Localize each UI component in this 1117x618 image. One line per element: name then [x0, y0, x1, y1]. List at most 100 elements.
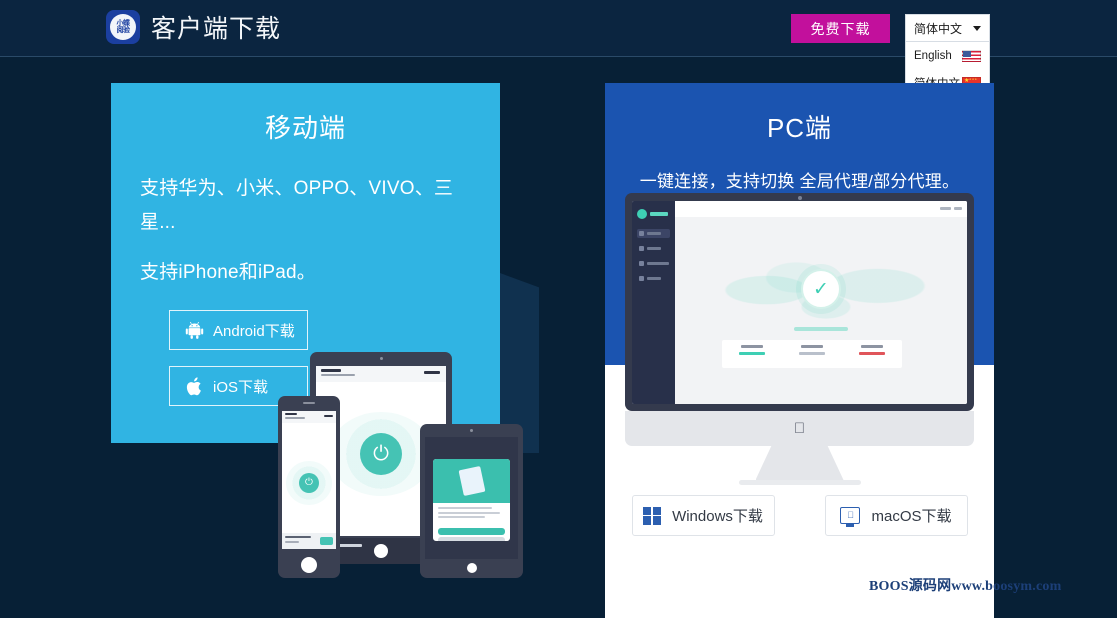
- nav-label: [647, 232, 661, 235]
- monitor-screen: ✓: [632, 201, 967, 404]
- pc-card-description: 一键连接，支持切换 全局代理/部分代理。: [639, 172, 960, 191]
- app-main-area: ✓: [675, 201, 967, 404]
- logo-text-line2: 阅验: [116, 27, 131, 34]
- chevron-down-icon: [973, 25, 981, 31]
- tablet-screen-right: [425, 437, 518, 559]
- mobile-desc-line2: 支持iPhone和iPad。: [140, 262, 316, 283]
- speaker-icon: [303, 402, 315, 404]
- nav-label: [647, 262, 669, 265]
- nav-item: [637, 244, 670, 253]
- imac-mockup: ✓ : [625, 193, 974, 485]
- dialog-primary-button: [438, 527, 505, 535]
- text-line: [438, 507, 492, 509]
- monitor-chin: : [625, 411, 974, 446]
- app-logo-dot-icon: [637, 209, 647, 219]
- nav-icon: [639, 276, 644, 281]
- windows-icon: [643, 506, 662, 525]
- nav-icon: [639, 231, 644, 236]
- nav-item: [637, 229, 670, 238]
- dialog-secondary-button: [438, 536, 505, 541]
- app-title-bar: [285, 413, 297, 415]
- mobile-desc-line1: 支持华为、小米、OPPO、VIVO、三星...: [140, 178, 454, 233]
- info-column: [722, 345, 782, 355]
- pc-download-card: PC端 一键连接，支持切换 全局代理/部分代理。 ✓ Windows下载 mac…: [605, 83, 994, 618]
- nav-icon: [639, 246, 644, 251]
- bottom-sub-bar: [285, 541, 299, 543]
- app-logo: [637, 209, 670, 219]
- topbar-item: [954, 207, 962, 210]
- text-line: [438, 516, 485, 518]
- app-subtitle-bar: [321, 374, 355, 376]
- box-graphic-icon: [458, 465, 485, 497]
- macos-download-button[interactable]:  macOS下载: [824, 495, 968, 536]
- language-selected-label: 简体中文: [914, 21, 963, 36]
- phone-screen: ⏻: [282, 411, 336, 549]
- monitor-base: [738, 480, 861, 485]
- site-header: 小蝶 阅验 客户端下载 免费下载 简体中文 English 简体中文: [0, 0, 1117, 151]
- imac-apple-icon: : [840, 507, 861, 527]
- language-option-label: English: [914, 49, 952, 62]
- camera-dot-icon: [379, 357, 383, 360]
- dialog-card: [433, 459, 510, 541]
- brand: 小蝶 阅验 客户端下载: [106, 9, 281, 45]
- language-option-english[interactable]: English: [906, 42, 989, 69]
- windows-download-button[interactable]: Windows下载: [631, 495, 775, 536]
- android-download-button[interactable]: Android下载: [169, 310, 308, 350]
- app-sidebar: [632, 201, 675, 404]
- info-heading: [801, 345, 823, 348]
- app-action-bar: [424, 371, 440, 374]
- apple-icon: : [794, 421, 805, 436]
- site-logo-icon: 小蝶 阅验: [106, 10, 140, 44]
- app-action-bar: [324, 415, 333, 417]
- info-value: [799, 352, 825, 355]
- info-column: [782, 345, 842, 355]
- info-heading: [861, 345, 883, 348]
- pc-download-buttons: Windows下载  macOS下载: [605, 495, 994, 536]
- logo-text-line1: 小蝶: [116, 20, 131, 27]
- nav-label: [647, 277, 661, 280]
- text-line: [438, 511, 500, 514]
- info-column: [842, 345, 902, 355]
- bottom-chip: [320, 537, 333, 545]
- nav-label: [647, 247, 661, 250]
- info-value: [859, 352, 885, 355]
- check-circle-icon: ✓: [801, 269, 841, 309]
- info-value: [739, 352, 765, 355]
- flag-us-icon: [962, 49, 981, 62]
- app-logo-text: [650, 212, 668, 216]
- site-watermark: BOOS源码网www.boosym.com: [869, 579, 1062, 594]
- macos-download-label: macOS下载: [871, 508, 952, 525]
- home-button: [301, 557, 317, 573]
- bottom-text-bar: [285, 536, 311, 539]
- ios-download-label: iOS下载: [213, 378, 269, 396]
- windows-download-label: Windows下载: [672, 508, 763, 525]
- dialog-text-lines: [433, 503, 510, 525]
- logo-circle: 小蝶 阅验: [110, 14, 136, 40]
- topbar-item: [940, 207, 951, 210]
- monitor-body: ✓: [625, 193, 974, 411]
- home-button: [466, 563, 477, 573]
- status-text-bar: [794, 327, 848, 331]
- android-download-label: Android下载: [213, 322, 295, 340]
- page-root: 小蝶 阅验 客户端下载 免费下载 简体中文 English 简体中文: [0, 0, 1117, 618]
- android-icon: [185, 321, 204, 339]
- pc-card-title: PC端: [766, 113, 833, 143]
- power-button-icon: ⏻: [360, 433, 402, 476]
- app-subtitle-bar: [285, 417, 305, 419]
- nav-icon: [639, 261, 644, 266]
- phone-mockup-left: ⏻: [278, 396, 340, 578]
- nav-item: [637, 259, 670, 268]
- app-topbar: [675, 201, 967, 217]
- home-button: [374, 544, 388, 558]
- page-title: 客户端下载: [151, 15, 282, 43]
- info-panel: [722, 340, 902, 368]
- mobile-card-description: 支持华为、小米、OPPO、VIVO、三星... 支持iPhone和iPad。: [111, 145, 500, 290]
- nav-item: [637, 274, 670, 283]
- apple-icon: [186, 376, 201, 395]
- tablet-mockup-right: [420, 424, 523, 578]
- free-download-button[interactable]: 免费下载: [791, 14, 890, 43]
- mobile-card-title: 移动端: [264, 113, 346, 143]
- language-toggle[interactable]: 简体中文: [905, 14, 990, 42]
- app-nav: [637, 229, 670, 283]
- dialog-illustration: [433, 459, 510, 503]
